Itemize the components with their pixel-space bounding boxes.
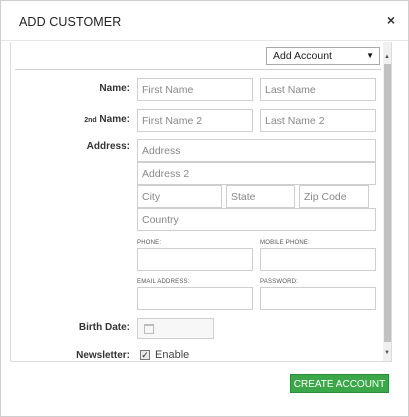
first-name-input[interactable]: First Name [137, 78, 253, 101]
country-input[interactable]: Country [137, 208, 376, 231]
modal-header: ADD CUSTOMER × [1, 1, 408, 41]
state-input[interactable]: State [226, 185, 295, 208]
caret-down-icon: ▼ [366, 51, 374, 60]
account-select[interactable]: Add Account ▼ [266, 47, 380, 65]
second-name-label-text: Name: [99, 114, 130, 125]
birth-date-input[interactable] [137, 318, 214, 339]
email-input[interactable] [137, 287, 253, 310]
password-input[interactable] [260, 287, 376, 310]
add-customer-modal: ADD CUSTOMER × Add Account ▼ Name: First… [0, 0, 409, 417]
last-name-input[interactable]: Last Name [260, 78, 376, 101]
divider [15, 69, 381, 70]
name-label: Name: [99, 83, 130, 94]
account-select-value: Add Account [273, 50, 332, 62]
vertical-scrollbar[interactable]: ▲ ▼ [383, 42, 391, 361]
phone-label: PHONE: [137, 240, 162, 246]
mobile-phone-input[interactable] [260, 248, 376, 271]
scroll-down-icon[interactable]: ▼ [384, 350, 390, 356]
password-label: PASSWORD: [260, 279, 299, 285]
newsletter-checkbox[interactable]: ✓ [140, 350, 150, 360]
scroll-up-icon[interactable]: ▲ [384, 54, 390, 60]
modal-title: ADD CUSTOMER [19, 15, 122, 29]
second-name-prefix: 2nd [84, 117, 97, 124]
city-input[interactable]: City [137, 185, 222, 208]
zip-code-input[interactable]: Zip Code [299, 185, 369, 208]
newsletter-enable-label: Enable [155, 349, 190, 361]
scrollbar-thumb[interactable] [384, 64, 391, 342]
address-label: Address: [86, 141, 130, 152]
address-2-input[interactable]: Address 2 [137, 162, 376, 185]
email-label: EMAIL ADDRESS: [137, 279, 190, 285]
mobile-phone-label: MOBILE PHONE: [260, 240, 310, 246]
birth-date-label: Birth Date: [78, 322, 130, 333]
newsletter-label: Newsletter: [76, 350, 130, 361]
phone-input[interactable] [137, 248, 253, 271]
calendar-icon [144, 324, 154, 334]
second-name-label: 2nd Name: [20, 114, 130, 125]
address-input[interactable]: Address [137, 139, 376, 162]
first-name-2-input[interactable]: First Name 2 [137, 109, 253, 132]
form-scroll-area: Add Account ▼ Name: First Name Last Name… [10, 42, 392, 362]
close-icon[interactable]: × [387, 13, 395, 27]
create-account-button[interactable]: CREATE ACCOUNT [290, 374, 389, 393]
last-name-2-input[interactable]: Last Name 2 [260, 109, 376, 132]
